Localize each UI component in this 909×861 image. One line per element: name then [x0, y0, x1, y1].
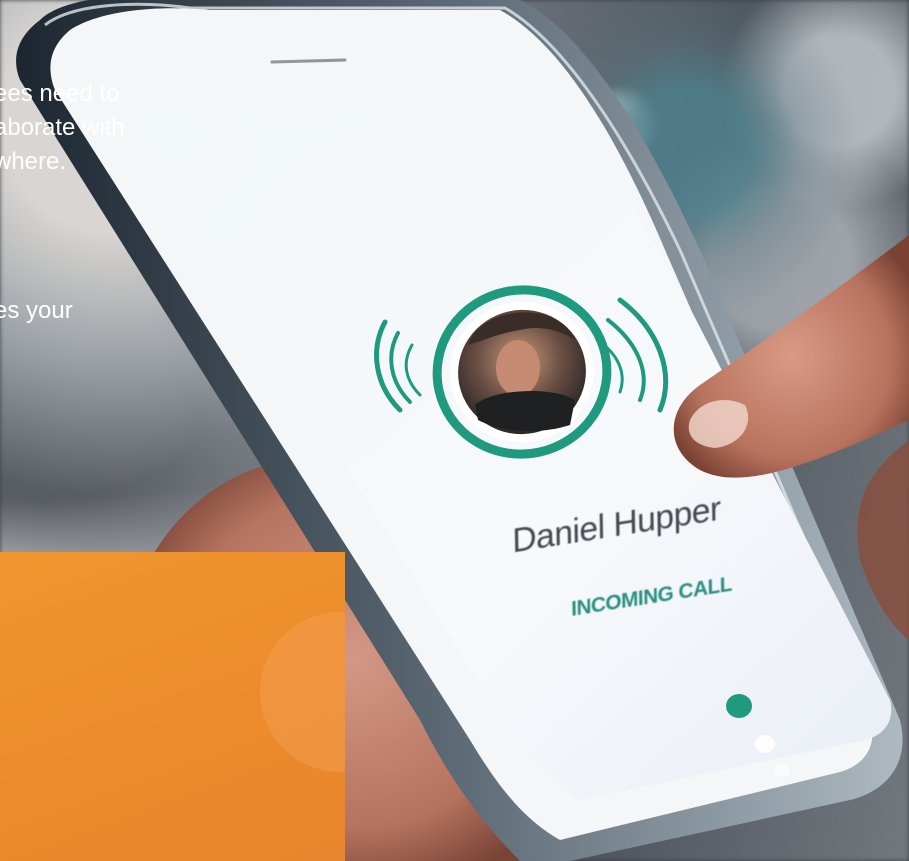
promo-text-partial: es your	[0, 297, 73, 324]
promo-overlay	[0, 552, 345, 861]
promo-text: ees need to aborate with where.	[0, 80, 125, 175]
call-indicator-dot	[726, 694, 752, 718]
photo-scene: Daniel Hupper INCOMING CALL ees need to …	[0, 0, 909, 861]
